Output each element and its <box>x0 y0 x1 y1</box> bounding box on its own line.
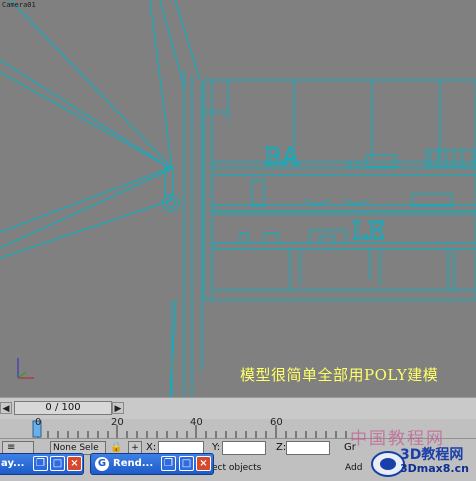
wireframe-scene <box>0 0 476 397</box>
render-app-icon: G <box>95 457 109 471</box>
watermark-site-name: 3D教程网 <box>400 447 464 463</box>
restore-icon[interactable]: ❐ <box>161 456 176 471</box>
y-coord-field[interactable] <box>222 441 266 455</box>
restore-icon[interactable]: ❐ <box>33 456 48 471</box>
prompt-line: ect objects <box>212 463 262 473</box>
maximize-icon[interactable]: □ <box>179 456 194 471</box>
shelf-letters-top: BA <box>264 143 300 172</box>
tick-label-40: 40 <box>190 417 203 428</box>
menu-lines-icon: ≡ <box>7 442 16 453</box>
close-icon[interactable]: × <box>196 456 211 471</box>
maximize-icon[interactable]: □ <box>50 456 65 471</box>
viewport-caption: 模型很简单全部用POLY建模 <box>240 366 439 384</box>
time-slider[interactable]: 0 / 100 <box>14 401 112 415</box>
close-icon[interactable]: × <box>67 456 82 471</box>
taskbar-item-listener[interactable]: ay... ❐ □ × <box>0 453 84 475</box>
tick-label-0: 0 <box>35 417 42 428</box>
plus-icon: + <box>131 443 139 453</box>
add-time-tag-button[interactable]: Add <box>345 463 362 473</box>
camera-viewport[interactable]: Camera01 BA LE 模型很简单全部用POLY建模 <box>0 0 476 397</box>
viewport-label[interactable]: Camera01 <box>2 1 36 9</box>
taskbar-item-label: Rend... <box>113 458 154 469</box>
shelf-letters-bottom: LE <box>351 217 386 246</box>
z-coord-field[interactable] <box>286 441 330 455</box>
taskbar-item-render[interactable]: G Rend... ❐ □ × <box>90 453 214 475</box>
taskbar-item-label: ay... <box>1 458 25 469</box>
tick-label-60: 60 <box>270 417 283 428</box>
time-slider-bar[interactable]: ◀ 0 / 100 ▶ <box>0 397 476 419</box>
watermark-url: 3Dmax8.cn <box>400 462 469 475</box>
tick-label-20: 20 <box>111 417 124 428</box>
triangle-right-icon[interactable]: ▶ <box>112 402 124 414</box>
triangle-left-icon[interactable]: ◀ <box>0 402 12 414</box>
axis-gizmo <box>17 358 34 379</box>
y-label: Y: <box>212 442 221 453</box>
x-label: X: <box>146 442 157 453</box>
z-label: Z: <box>276 442 287 453</box>
